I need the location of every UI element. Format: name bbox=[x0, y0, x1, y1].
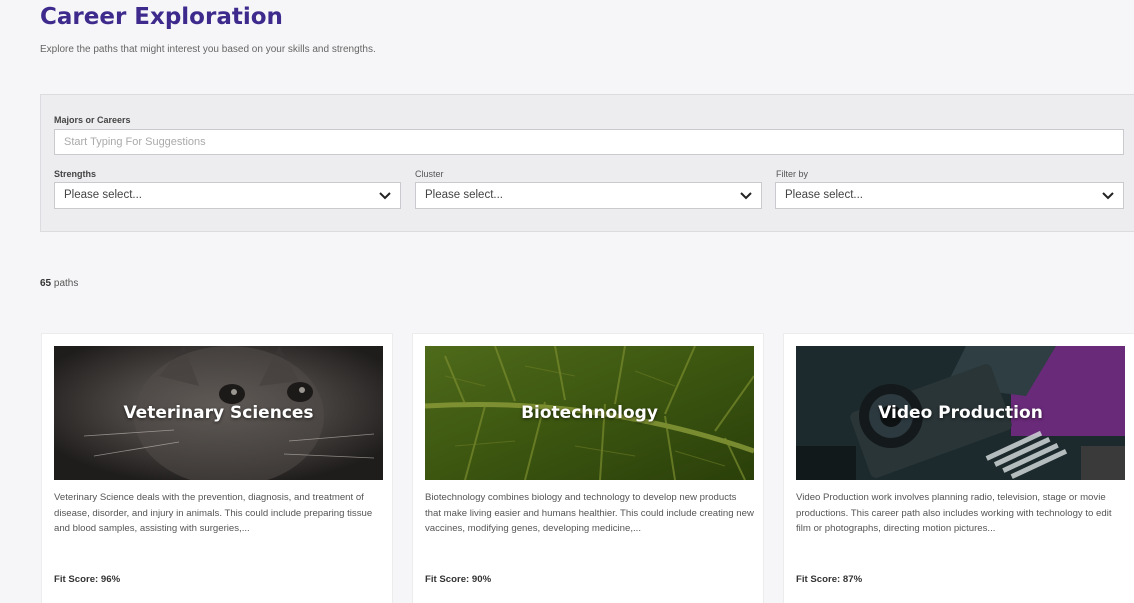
card-description: Video Production work involves planning … bbox=[796, 492, 1112, 534]
card-title: Video Production bbox=[878, 403, 1043, 423]
career-card-biotechnology[interactable]: Biotechnology Biotechnology combines bio… bbox=[412, 333, 764, 603]
card-title: Veterinary Sciences bbox=[123, 403, 314, 423]
filter-by-select-value: Please select... bbox=[785, 189, 863, 201]
page-title: Career Exploration bbox=[40, 4, 283, 30]
chevron-down-icon bbox=[1102, 192, 1114, 200]
strengths-label: Strengths bbox=[54, 169, 97, 179]
filter-by-select[interactable]: Please select... bbox=[775, 182, 1124, 209]
card-image-camera[interactable]: Video Production bbox=[796, 346, 1125, 480]
results-count: 65 paths bbox=[40, 278, 78, 289]
card-title: Biotechnology bbox=[521, 403, 658, 423]
chevron-down-icon bbox=[379, 192, 391, 200]
career-card-veterinary-sciences[interactable]: Veterinary Sciences Veterinary Science d… bbox=[41, 333, 393, 603]
filter-panel: Majors or Careers Strengths Please selec… bbox=[40, 94, 1134, 232]
card-image-kitten[interactable]: Veterinary Sciences bbox=[54, 346, 383, 480]
results-count-suffix: paths bbox=[51, 278, 79, 289]
card-fit-score: Fit Score: 90% bbox=[425, 574, 492, 585]
career-exploration-page: Career Exploration Explore the paths tha… bbox=[0, 0, 1134, 603]
cluster-label: Cluster bbox=[415, 169, 444, 179]
card-image-leaf[interactable]: Biotechnology bbox=[425, 346, 754, 480]
filter-by-label: Filter by bbox=[776, 169, 809, 179]
page-subtitle: Explore the paths that might interest yo… bbox=[40, 44, 376, 55]
strengths-select-value: Please select... bbox=[64, 189, 142, 201]
card-fit-score: Fit Score: 96% bbox=[54, 574, 121, 585]
majors-careers-search-input[interactable] bbox=[54, 129, 1124, 155]
cluster-select[interactable]: Please select... bbox=[415, 182, 762, 209]
cluster-select-value: Please select... bbox=[425, 189, 503, 201]
card-description: Biotechnology combines biology and techn… bbox=[425, 492, 754, 534]
career-card-video-production[interactable]: Video Production Video Production work i… bbox=[783, 333, 1134, 603]
results-count-number: 65 bbox=[40, 278, 52, 289]
search-label: Majors or Careers bbox=[54, 115, 131, 125]
strengths-select[interactable]: Please select... bbox=[54, 182, 401, 209]
chevron-down-icon bbox=[740, 192, 752, 200]
card-description: Veterinary Science deals with the preven… bbox=[54, 492, 373, 534]
card-fit-score: Fit Score: 87% bbox=[796, 574, 863, 585]
